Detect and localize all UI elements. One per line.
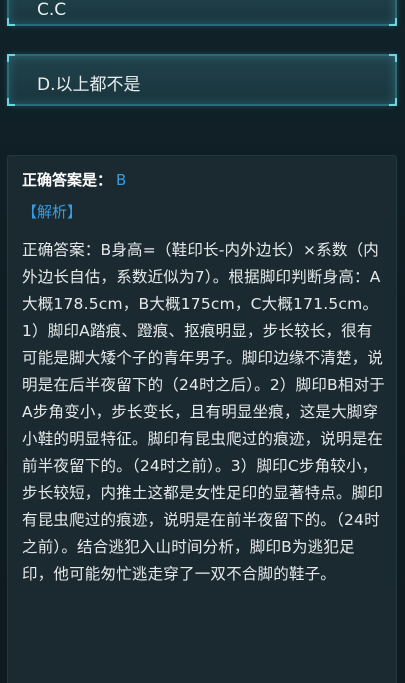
analysis-heading: 【解析】 xyxy=(22,203,83,221)
analysis-text: 正确答案：B身高=（鞋印长-内外边长）×系数（内外边长自估，系数近似为7）。根据… xyxy=(22,241,385,583)
option-d-button[interactable]: D.以上都不是 xyxy=(7,54,397,106)
corner-decoration xyxy=(389,54,397,62)
corner-decoration xyxy=(7,98,15,106)
option-d-label: D.以上都不是 xyxy=(37,75,141,95)
correct-answer-line: 正确答案是： B xyxy=(22,169,382,193)
corner-decoration xyxy=(7,54,15,62)
corner-decoration xyxy=(389,98,397,106)
correct-answer-prefix: 正确答案是： xyxy=(22,171,113,189)
corner-decoration xyxy=(389,18,397,26)
corner-decoration xyxy=(7,18,15,26)
answer-panel: 正确答案是： B 【解析】 正确答案：B身高=（鞋印长-内外边长）×系数（内外边长… xyxy=(7,155,397,683)
option-c-label: C.C xyxy=(37,0,67,20)
option-c-button[interactable]: C.C xyxy=(7,0,397,26)
quiz-page: C.C D.以上都不是 正确答案是： B 【解析】 正确答案：B身高=（鞋印长-内… xyxy=(0,0,405,683)
correct-answer-value: B xyxy=(116,171,127,189)
